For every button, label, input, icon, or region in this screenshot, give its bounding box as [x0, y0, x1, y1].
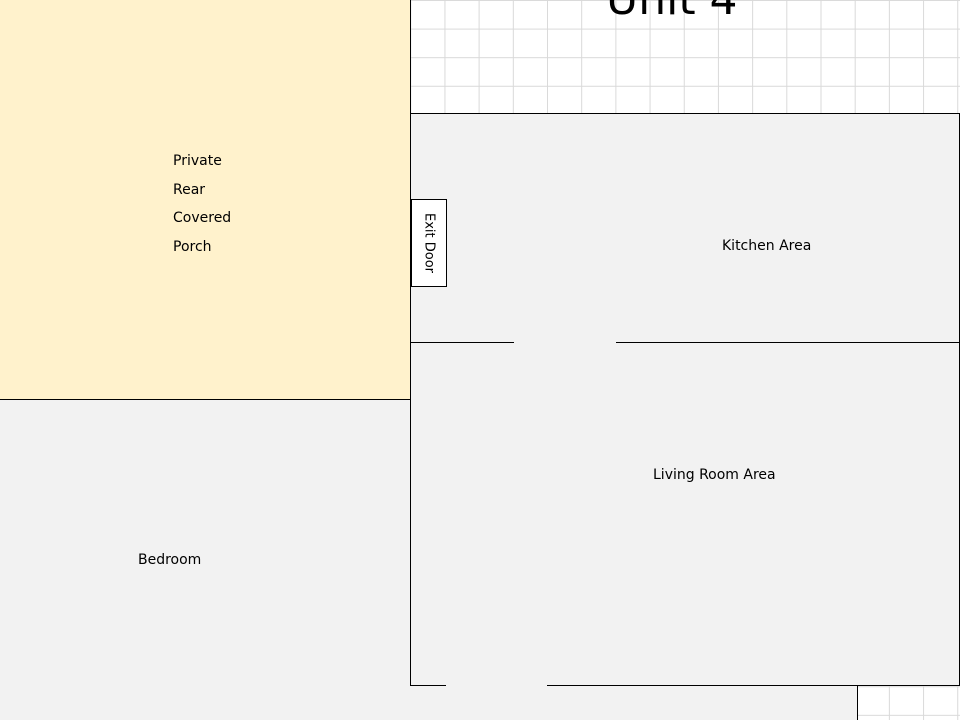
porch-label-line: Private	[173, 153, 222, 169]
bedroom-label: Bedroom	[138, 552, 202, 568]
kitchen-living-wall-left	[410, 342, 514, 343]
exit-door: Exit Door	[411, 199, 447, 287]
bedroom-area	[0, 399, 411, 720]
bottom-hallway	[0, 685, 857, 720]
unit-title: Unit 4	[606, 0, 738, 22]
exit-door-label: Exit Door	[421, 212, 437, 274]
living-bottom-wall-left	[410, 685, 446, 686]
kitchen-label: Kitchen Area	[722, 238, 812, 254]
kitchen-top-wall	[410, 113, 960, 114]
hallway-end-wall	[857, 685, 858, 720]
porch-label-line: Porch	[173, 238, 212, 255]
porch-label-line: Rear	[173, 181, 206, 198]
kitchen-area	[411, 113, 960, 342]
porch-bottom-wall	[0, 399, 411, 400]
living-room-label: Living Room Area	[653, 467, 776, 483]
porch-label: Private Rear Covered Porch	[173, 147, 231, 261]
kitchen-living-wall-right	[616, 342, 960, 343]
living-bottom-wall-right	[547, 685, 960, 686]
porch-right-wall	[410, 0, 411, 686]
living-room-area	[411, 342, 960, 685]
porch-label-line: Covered	[173, 210, 232, 227]
